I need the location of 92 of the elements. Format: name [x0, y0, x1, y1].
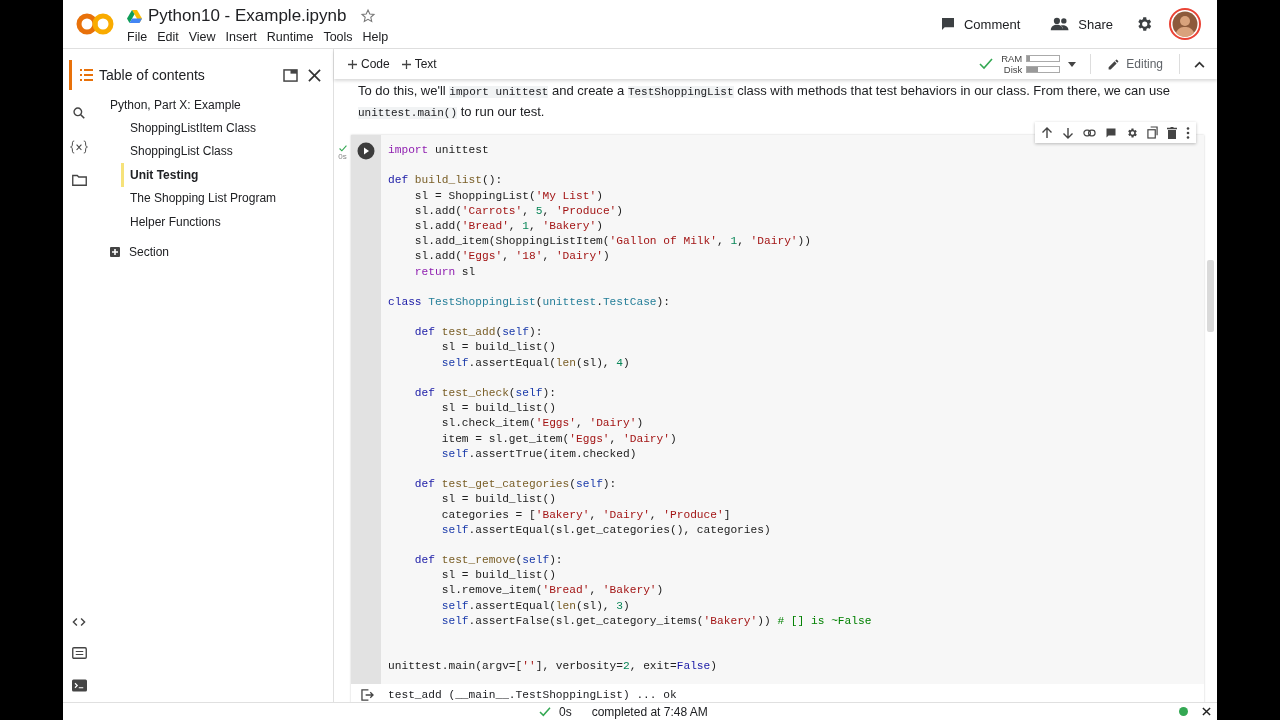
more-icon[interactable]	[1186, 126, 1190, 139]
insert-cell-button[interactable]: Code	[348, 55, 394, 73]
code-line: sl = build_list()	[440, 492, 557, 508]
check-icon	[338, 145, 347, 152]
code-line: self.assertEqual(len(sl), 3)	[440, 598, 631, 614]
pencil-icon	[1107, 57, 1121, 71]
code-line: self.assertFalse(sl.get_category_items('Bakery')) # [] is ~False	[440, 613, 872, 629]
editing-mode-button[interactable]: Editing	[1105, 55, 1165, 73]
toc-item[interactable]: ShoppingList Class	[121, 139, 233, 164]
code-line: import unittest	[388, 143, 490, 158]
mirror-cell-icon[interactable]	[1147, 126, 1158, 139]
usage-meter	[1026, 55, 1061, 62]
run-button[interactable]	[357, 142, 375, 160]
keyboard-icon[interactable]	[71, 647, 87, 659]
code-line: sl.add_item(ShoppingListItem('Gallon of Milk', 1, 'Dairy'))	[413, 234, 812, 250]
close-icon[interactable]	[308, 68, 321, 82]
menu-item[interactable]: Tools	[323, 28, 359, 46]
toc-item[interactable]: Python, Part X: Example	[95, 93, 241, 117]
markdown-paragraph: To do this, we'll import unittest and create a TestShoppingList class with methods that test behaviors in our class. From there, we can use unittest.main() to run our test.	[357, 82, 1171, 121]
status-message: completed at 7:48 AM	[591, 704, 708, 719]
menu-item[interactable]: Runtime	[266, 28, 320, 46]
toc-item[interactable]: ShoppingListItem Class	[121, 116, 257, 140]
menu-item[interactable]: File	[127, 28, 154, 46]
code-line: def test_remove(self):	[413, 553, 564, 569]
resource-label: RAM	[1001, 53, 1023, 64]
menu-item[interactable]: View	[188, 28, 222, 46]
code-line: return sl	[413, 264, 477, 280]
code-line: self.assertTrue(item.checked)	[440, 446, 638, 462]
code-line: def test_add(self):	[413, 325, 544, 341]
star-icon[interactable]	[360, 8, 377, 24]
open-in-tab-icon[interactable]	[283, 68, 298, 82]
link-icon[interactable]	[1083, 128, 1096, 137]
output-icon[interactable]	[361, 688, 374, 701]
menu-item[interactable]: Insert	[225, 28, 263, 46]
code-line: class TestShoppingList(unittest.TestCase):	[388, 294, 672, 310]
panel-title: Table of contents	[99, 67, 206, 83]
code-line: def test_check(self):	[413, 386, 557, 401]
plus-icon	[401, 59, 411, 69]
run-time: 0s	[338, 152, 347, 161]
people-icon	[1050, 16, 1071, 32]
avatar[interactable]	[1169, 8, 1201, 40]
code-line: unittest.main(argv=[''], verbosity=2, exit=False)	[388, 659, 718, 675]
code-icon[interactable]	[72, 617, 86, 627]
notebook-title[interactable]: Python10 - Example.ipynb	[148, 6, 347, 26]
code-line: sl.add('Eggs', '18', 'Dairy')	[413, 249, 611, 265]
toc-item[interactable]: The Shopping List Program	[121, 186, 277, 210]
code-line: sl = build_list()	[440, 568, 557, 584]
code-line: sl = ShoppingList('My List')	[413, 188, 604, 204]
code-line: categories = ['Bakery', 'Dairy', 'Produce']	[440, 507, 732, 523]
code-line: sl.check_item('Eggs', 'Dairy')	[440, 416, 645, 432]
header-action-button[interactable]: Comment	[931, 10, 1029, 38]
arrow-up-icon[interactable]	[1041, 126, 1053, 139]
dropdown-caret-icon[interactable]	[1068, 61, 1077, 67]
collapse-icon[interactable]	[1194, 60, 1205, 68]
elapsed-time: 0s	[559, 704, 572, 719]
terminal-icon[interactable]	[71, 679, 87, 692]
delete-icon[interactable]	[1167, 126, 1177, 139]
folder-icon[interactable]	[71, 174, 87, 186]
arrow-down-icon[interactable]	[1062, 126, 1074, 139]
plus-box-icon	[110, 247, 120, 258]
insert-cell-button[interactable]: Text	[401, 55, 441, 73]
add-section-button[interactable]: Section	[110, 245, 170, 260]
logo	[75, 12, 115, 36]
menu-item[interactable]: Help	[362, 28, 395, 46]
variables-icon[interactable]	[70, 140, 88, 154]
code-line: sl = build_list()	[440, 401, 557, 417]
close-icon[interactable]	[1202, 707, 1211, 716]
code-line: self.assertEqual(len(sl), 4)	[440, 355, 631, 371]
code-line: def build_list():	[388, 173, 504, 189]
comment-icon	[939, 16, 956, 32]
menu-item[interactable]: Edit	[157, 28, 185, 46]
code-line: def test_get_categories(self):	[413, 477, 618, 493]
check-icon	[539, 706, 551, 717]
check-icon	[979, 58, 994, 70]
code-line: sl.remove_item('Bread', 'Bakery')	[440, 583, 665, 599]
usage-meter	[1026, 66, 1061, 73]
comment-icon[interactable]	[1105, 126, 1117, 139]
code-line: sl.add('Carrots', 5, 'Produce')	[413, 203, 625, 219]
output-text: test_add (__main__.TestShoppingList) ... ok	[388, 688, 677, 701]
toc-item[interactable]: Unit Testing	[121, 163, 199, 187]
code-line: self.assertEqual(sl.get_categories(), categories)	[440, 522, 772, 538]
settings-icon[interactable]	[1126, 126, 1138, 139]
toc-item[interactable]: Helper Functions	[121, 209, 221, 234]
header-action-button[interactable]: Share	[1042, 10, 1121, 38]
code-line: item = sl.get_item('Eggs', 'Dairy')	[440, 431, 678, 447]
plus-icon	[348, 59, 357, 69]
code-line: sl.add('Bread', 1, 'Bakery')	[413, 218, 604, 234]
resource-label: Disk	[1003, 64, 1023, 75]
code-line: sl = build_list()	[440, 340, 557, 356]
search-icon[interactable]	[72, 106, 86, 120]
drive-icon[interactable]	[127, 9, 142, 23]
scrollbar-thumb[interactable]	[1207, 260, 1214, 332]
